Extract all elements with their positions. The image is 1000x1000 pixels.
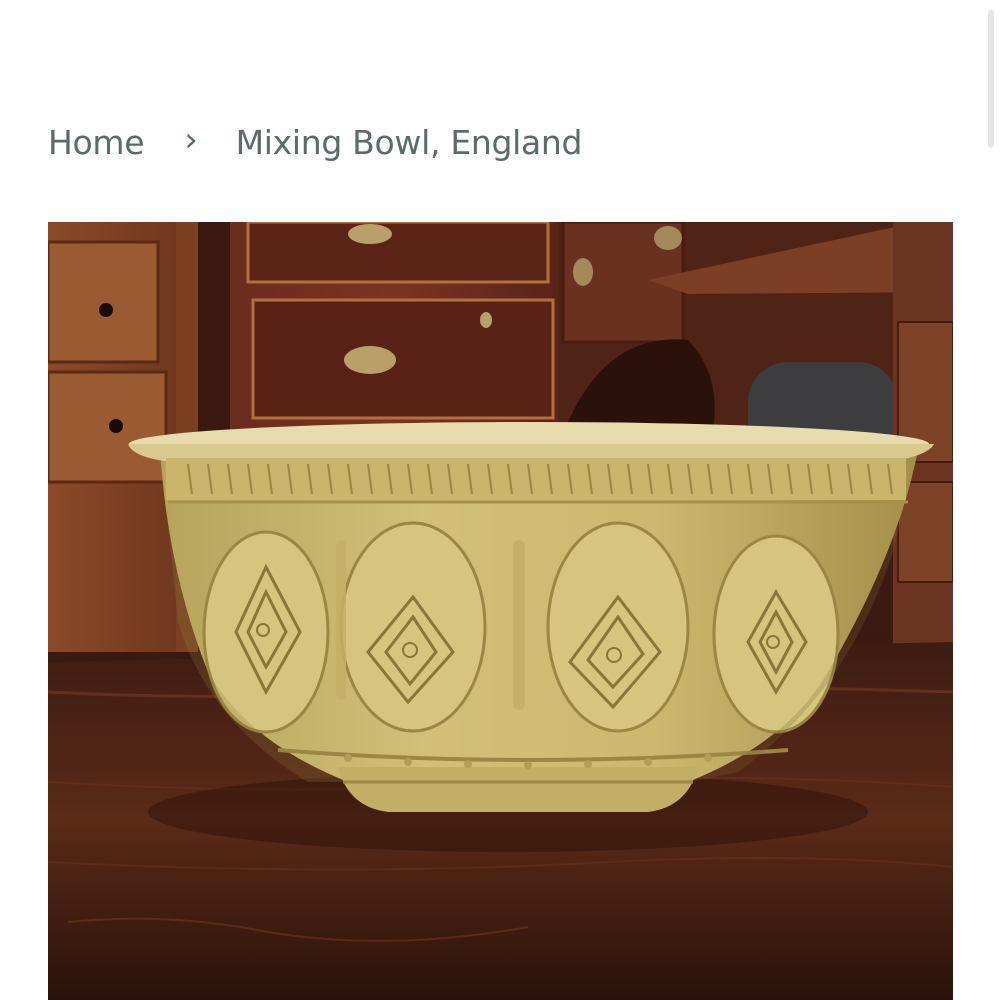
chevron-right-icon: › <box>184 120 198 160</box>
bowl-photo <box>48 222 953 1000</box>
breadcrumb-current-page: Mixing Bowl, England <box>235 122 583 162</box>
product-image[interactable] <box>48 222 953 1000</box>
scrollbar[interactable] <box>988 10 994 148</box>
product-page: Home › Mixing Bowl, England <box>0 0 1000 1000</box>
breadcrumb-home-link[interactable]: Home <box>48 123 145 162</box>
breadcrumb: Home › Mixing Bowl, England <box>48 118 582 166</box>
